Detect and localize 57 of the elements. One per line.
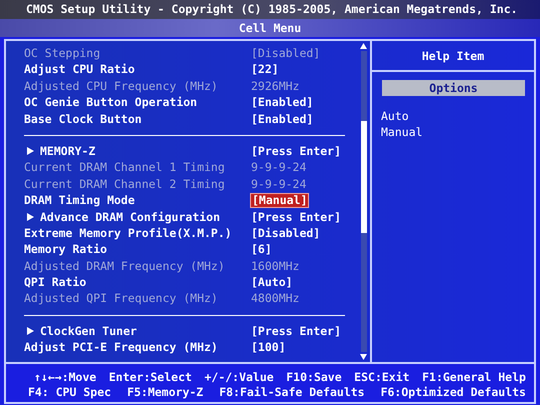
option-text: Manual (381, 125, 423, 139)
submenu-arrow-icon (27, 212, 34, 221)
setting-value[interactable]: [Disabled] (250, 224, 322, 242)
setting-label[interactable]: Base Clock Button (24, 110, 250, 127)
options-heading: Options (382, 80, 525, 96)
setting-label: Adjusted QPI Frequency (MHz) (24, 290, 219, 307)
window-title: CMOS Setup Utility - Copyright (C) 1985-2005, American Megatrends, Inc. (26, 2, 518, 16)
help-title: Help Item (422, 49, 484, 63)
key-hint: ↑↓←→:Move (34, 370, 96, 385)
key-hint: F10:Save (286, 370, 342, 385)
setting-value[interactable]: [Enabled] (250, 110, 314, 127)
setting-value: 1600MHz (250, 258, 300, 274)
setting-value[interactable]: [Press Enter] (250, 322, 342, 340)
setting-label: OC Stepping (24, 45, 102, 62)
setting-label[interactable]: QPI Ratio (24, 274, 250, 290)
key-hint: F1:General Help (422, 370, 526, 385)
setting-label[interactable]: Adjust CPU Ratio (24, 61, 250, 78)
scroll-thumb[interactable] (360, 121, 366, 233)
setting-value: 4800MHz (250, 290, 300, 307)
key-hint: F6:Optimized Defaults (380, 385, 526, 400)
setting-label[interactable]: OC Genie Button Operation (24, 94, 250, 111)
option-text: Auto (381, 109, 409, 123)
setting-value[interactable]: [Enabled] (250, 94, 314, 111)
setting-label: Adjusted CPU Frequency (MHz) (24, 78, 219, 94)
scroll-down-icon[interactable] (360, 354, 367, 360)
key-hint: +/-/:Value (204, 370, 274, 385)
setting-label[interactable]: Memory Ratio (24, 241, 250, 258)
setting-value: 9-9-9-24 (250, 176, 308, 192)
key-hint: Enter:Select (108, 370, 192, 385)
menu-title: Cell Menu (238, 21, 302, 35)
submenu-label[interactable]: MEMORY-Z (40, 142, 96, 160)
setting-value[interactable]: [6] (250, 241, 273, 258)
submenu-label[interactable]: ClockGen Tuner (40, 322, 137, 340)
setting-value: [Disabled] (250, 45, 322, 62)
setting-value: 2926MHz (250, 78, 300, 94)
setting-value: 9-9-9-24 (250, 159, 308, 176)
scroll-up-icon[interactable] (360, 43, 367, 49)
submenu-label[interactable]: Advance DRAM Configuration (40, 208, 220, 225)
key-hint: ESC:Exit (354, 370, 410, 385)
setting-label: Current DRAM Channel 2 Timing (24, 176, 226, 192)
key-hint: F8:Fail-Safe Defaults (219, 385, 365, 400)
setting-value[interactable]: [22] (250, 61, 280, 78)
setting-value[interactable]: [Auto] (250, 274, 294, 290)
setting-value[interactable]: [Press Enter] (250, 208, 342, 225)
setting-label[interactable]: Adjust PCI-E Frequency (MHz) (24, 339, 250, 356)
submenu-arrow-icon (27, 147, 34, 156)
setting-label[interactable]: DRAM Timing Mode (24, 192, 250, 209)
submenu-arrow-icon (27, 327, 34, 336)
setting-value[interactable]: [Press Enter] (250, 142, 342, 160)
setting-label: Current DRAM Channel 1 Timing (24, 159, 226, 176)
setting-label: Adjusted DRAM Frequency (MHz) (24, 258, 226, 274)
setting-value[interactable]: [100] (250, 339, 287, 356)
key-hint: F4: CPU Spec (28, 385, 112, 400)
key-hint: F5:Memory-Z (127, 385, 204, 400)
setting-label[interactable]: Extreme Memory Profile(X.M.P.) (24, 224, 250, 242)
setting-value[interactable]: [Manual] (250, 192, 310, 208)
scrollbar[interactable] (359, 43, 368, 360)
